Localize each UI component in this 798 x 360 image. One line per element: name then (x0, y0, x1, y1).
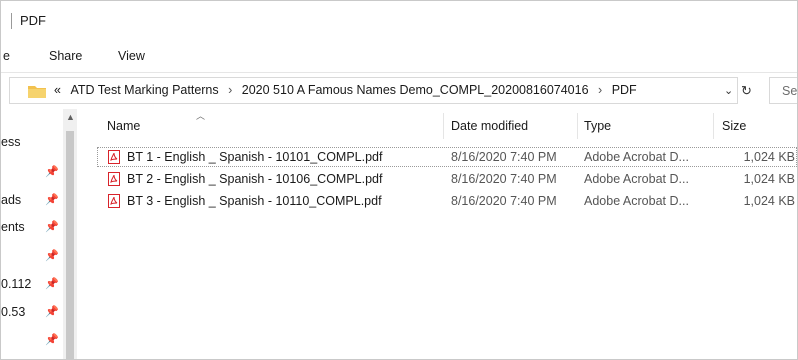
title-bar: PDF (1, 1, 797, 39)
tab-view[interactable]: View (118, 49, 145, 63)
column-header-size[interactable]: Size (722, 119, 746, 133)
breadcrumb-overflow[interactable]: « (54, 83, 61, 97)
nav-item-network-112[interactable]: 0.112 (1, 277, 31, 291)
pin-icon[interactable]: 📌 (45, 165, 59, 178)
breadcrumb-chevron-icon[interactable]: › (598, 83, 602, 97)
breadcrumb-item-atd[interactable]: ATD Test Marking Patterns (70, 83, 218, 97)
tab-share[interactable]: Share (49, 49, 82, 63)
scroll-up-icon[interactable]: ▲ (66, 112, 75, 122)
breadcrumb-chevron-icon[interactable]: › (228, 83, 232, 97)
file-size: 1,024 KB (743, 194, 795, 208)
refresh-icon[interactable]: ↻ (741, 83, 752, 99)
pdf-file-icon (108, 172, 120, 186)
tab-home[interactable]: e (3, 49, 10, 63)
ribbon-tabs: e Share View (1, 39, 797, 73)
pin-icon[interactable]: 📌 (45, 193, 59, 206)
file-row[interactable]: BT 1 - English _ Spanish - 10101_COMPL.p… (97, 147, 797, 169)
address-bar[interactable]: « ATD Test Marking Patterns › 2020 510 A… (9, 77, 738, 104)
file-type: Adobe Acrobat D... (584, 150, 689, 164)
navigation-pane: ess 📌 ads 📌 ents 📌 📌 0.112 📌 0.53 📌 📌 (1, 109, 63, 359)
file-type: Adobe Acrobat D... (584, 194, 689, 208)
file-size: 1,024 KB (743, 172, 795, 186)
nav-scrollbar[interactable]: ▲ (63, 109, 77, 359)
title-separator (11, 13, 12, 29)
nav-item-downloads[interactable]: ads (1, 193, 21, 207)
nav-item-quick-access[interactable]: ess (1, 135, 20, 149)
file-type: Adobe Acrobat D... (584, 172, 689, 186)
column-header-date[interactable]: Date modified (451, 119, 528, 133)
address-dropdown-icon[interactable]: ⌄ (724, 84, 733, 97)
nav-item-documents[interactable]: ents (1, 220, 25, 234)
file-name: BT 3 - English _ Spanish - 10110_COMPL.p… (127, 194, 382, 208)
pin-icon[interactable]: 📌 (45, 333, 59, 346)
breadcrumb: « ATD Test Marking Patterns › 2020 510 A… (54, 83, 637, 97)
column-header-type[interactable]: Type (584, 119, 611, 133)
file-date: 8/16/2020 7:40 PM (451, 194, 557, 208)
search-placeholder: Se (782, 84, 798, 98)
search-input[interactable]: Se (769, 77, 798, 104)
file-row[interactable]: BT 2 - English _ Spanish - 10106_COMPL.p… (97, 169, 797, 191)
pin-icon[interactable]: 📌 (45, 305, 59, 318)
file-date: 8/16/2020 7:40 PM (451, 150, 557, 164)
file-row[interactable]: BT 3 - English _ Spanish - 10110_COMPL.p… (97, 191, 797, 213)
sort-caret-icon: ︿ (196, 111, 206, 121)
column-divider[interactable] (443, 113, 444, 139)
pdf-file-icon (108, 150, 120, 164)
pin-icon[interactable]: 📌 (45, 249, 59, 262)
file-list: ︿ Name Date modified Type Size BT 1 - En… (77, 109, 797, 359)
column-divider[interactable] (577, 113, 578, 139)
file-name: BT 2 - English _ Spanish - 10106_COMPL.p… (127, 172, 383, 186)
pdf-file-icon (108, 194, 120, 208)
breadcrumb-item-pdf[interactable]: PDF (612, 83, 637, 97)
column-divider[interactable] (713, 113, 714, 139)
pin-icon[interactable]: 📌 (45, 220, 59, 233)
folder-icon (28, 86, 46, 98)
file-name: BT 1 - English _ Spanish - 10101_COMPL.p… (127, 150, 383, 164)
explorer-window: PDF e Share View « ATD Test Marking Patt… (0, 0, 798, 360)
column-header-name[interactable]: Name (107, 119, 140, 133)
file-size: 1,024 KB (743, 150, 795, 164)
nav-item-network-53[interactable]: 0.53 (1, 305, 25, 319)
pin-icon[interactable]: 📌 (45, 277, 59, 290)
scrollbar-thumb[interactable] (66, 131, 74, 359)
breadcrumb-item-demo[interactable]: 2020 510 A Famous Names Demo_COMPL_20200… (242, 83, 589, 97)
window-title: PDF (20, 13, 46, 28)
file-date: 8/16/2020 7:40 PM (451, 172, 557, 186)
address-row: « ATD Test Marking Patterns › 2020 510 A… (1, 73, 797, 107)
